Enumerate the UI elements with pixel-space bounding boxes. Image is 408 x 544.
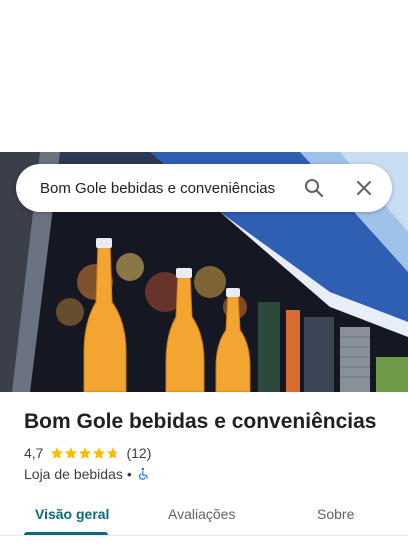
tab-label: Sobre — [317, 506, 355, 522]
search-icon[interactable] — [302, 176, 326, 200]
active-tab-indicator — [24, 532, 108, 535]
place-category[interactable]: Loja de bebidas — [24, 466, 123, 482]
search-input[interactable]: Bom Gole bebidas e conveniências — [40, 180, 302, 197]
tab-about[interactable]: Sobre — [317, 492, 354, 536]
category-row: Loja de bebidas • — [24, 466, 151, 482]
rating-value: 4,7 — [24, 445, 44, 461]
review-count[interactable]: (12) — [126, 445, 151, 461]
place-title: Bom Gole bebidas e conveniências — [24, 410, 377, 433]
wheelchair-icon — [138, 467, 148, 480]
tab-overview[interactable]: Visão geral — [35, 492, 109, 536]
tab-label: Visão geral — [35, 506, 110, 522]
star-icon — [51, 447, 64, 459]
star-icon — [79, 447, 92, 459]
close-icon[interactable] — [352, 176, 376, 200]
separator-dot: • — [126, 466, 132, 482]
place-tabs: Visão geral Avaliações Sobre — [0, 492, 408, 536]
star-icon — [65, 447, 78, 459]
rating-stars — [50, 446, 120, 460]
tab-label: Avaliações — [168, 506, 236, 522]
rating-row[interactable]: 4,7 (12) — [24, 445, 151, 461]
star-half-icon — [107, 447, 120, 459]
tab-reviews[interactable]: Avaliações — [168, 492, 235, 536]
star-icon — [93, 447, 106, 459]
search-bar[interactable]: Bom Gole bebidas e conveniências — [16, 164, 392, 212]
